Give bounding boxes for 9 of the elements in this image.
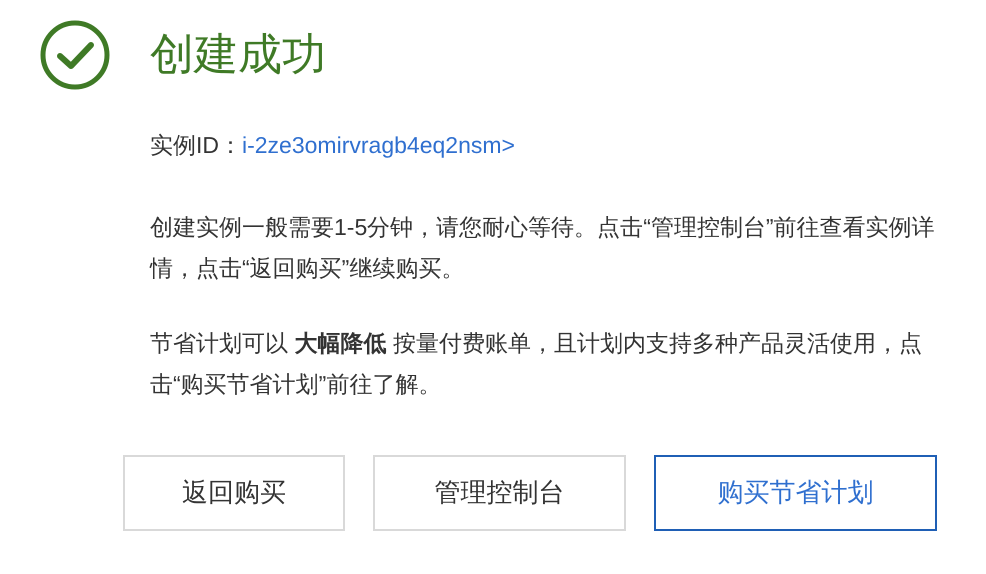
info-paragraph: 节省计划可以 大幅降低 按量付费账单，且计划内支持多种产品灵活使用，点击“购买节省计划”前往了解。 [150,328,923,398]
success-title: 创建成功 [150,33,326,77]
buy-plan-button[interactable]: 购买节省计划 [654,454,937,530]
instance-id-link[interactable]: i-2ze3omirvragb4eq2nsm> [242,128,515,162]
info-paragraph: 创建实例一般需要1-5分钟，请您耐心等待。点击“管理控制台”前往查看实例详情，点击“返回购买”继续购买。 [150,212,936,282]
check-circle-icon [40,20,110,90]
instance-id-label: 实例ID： [150,131,242,160]
action-button[interactable]: 返回购买 [123,454,345,530]
action-button[interactable]: 管理控制台 [373,454,626,530]
